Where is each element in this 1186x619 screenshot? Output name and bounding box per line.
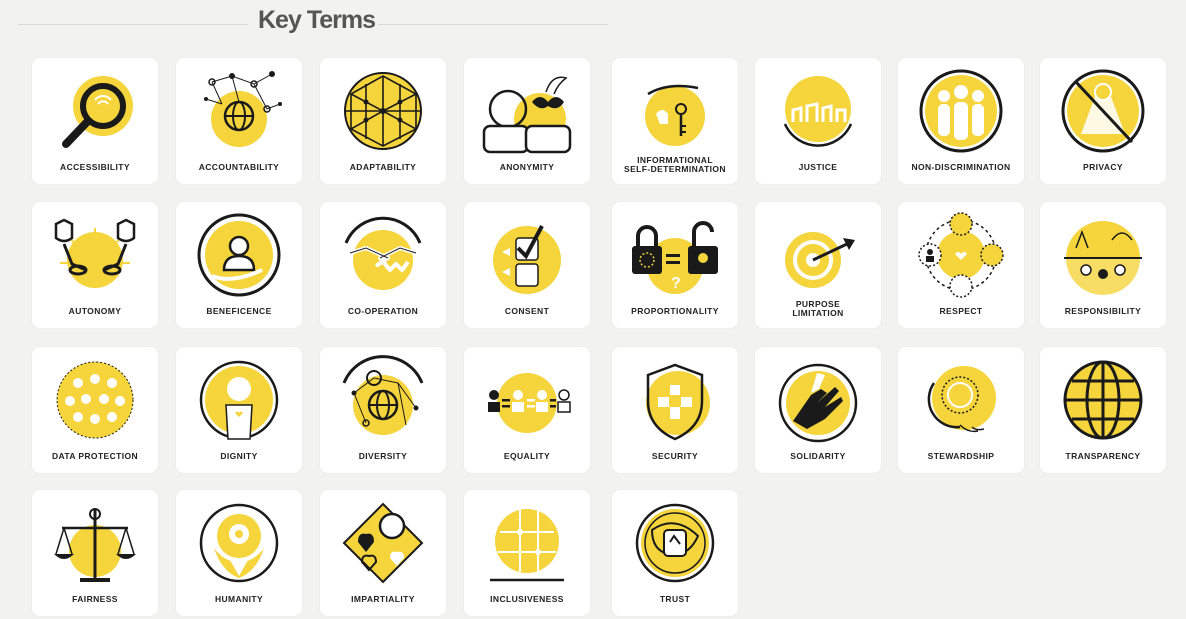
shield-icon <box>646 363 710 441</box>
padlocks-icon: ? <box>632 221 718 294</box>
header-rule-right <box>378 24 608 25</box>
term-card[interactable]: HUMANITY <box>176 490 302 616</box>
term-label: CO-OPERATION <box>347 306 419 316</box>
term-card[interactable]: NON-DISCRIMINATION <box>898 58 1024 184</box>
term-label: TRUST <box>659 594 691 604</box>
term-card[interactable]: INFORMATIONAL SELF-DETERMINATION <box>612 58 738 184</box>
term-card[interactable]: BENEFICENCE <box>176 202 302 328</box>
term-card[interactable]: ACCOUNTABILITY <box>176 58 302 184</box>
term-label: ADAPTABILITY <box>349 162 417 172</box>
term-label: IMPARTIALITY <box>351 594 415 604</box>
term-label: DIVERSITY <box>358 451 408 461</box>
data-crowd-icon <box>56 361 134 439</box>
mask-icon <box>482 76 572 154</box>
term-card[interactable]: INCLUSIVENESS <box>464 490 590 616</box>
term-card[interactable]: CO-OPERATION <box>320 202 446 328</box>
embrace-icon <box>199 503 279 583</box>
term-label: EQUALITY <box>503 451 551 461</box>
term-card[interactable]: ADAPTABILITY <box>320 58 446 184</box>
term-card[interactable]: STEWARDSHIP <box>898 347 1024 473</box>
term-card[interactable]: ? PROPORTIONALITY <box>612 202 738 328</box>
term-card[interactable]: TRANSPARENCY <box>1040 347 1166 473</box>
term-card[interactable]: TRUST <box>612 490 738 616</box>
globe-icon <box>1063 360 1143 440</box>
term-label: NON-DISCRIMINATION <box>911 162 1011 172</box>
term-card[interactable]: IMPARTIALITY <box>320 490 446 616</box>
network-globe-icon <box>204 71 282 147</box>
term-card[interactable]: CONSENT <box>464 202 590 328</box>
hearts-icon <box>342 502 424 584</box>
term-card[interactable]: DIGNITY <box>176 347 302 473</box>
term-label: RESPONSIBILITY <box>1064 306 1142 316</box>
key-hand-icon <box>645 84 705 146</box>
term-label: DIGNITY <box>220 451 258 461</box>
handshake-icon <box>344 216 422 290</box>
term-label: ACCOUNTABILITY <box>198 162 280 172</box>
raised-fists-icon <box>783 76 853 147</box>
term-label: INFORMATIONAL SELF-DETERMINATION <box>624 155 726 174</box>
term-label: CONSENT <box>504 306 550 316</box>
puzzle-globe-icon <box>490 509 564 582</box>
term-label: AUTONOMY <box>68 306 122 316</box>
header-rule-left <box>18 24 248 25</box>
term-label: HUMANITY <box>214 594 264 604</box>
term-label: PRIVACY <box>1083 162 1123 172</box>
holding-globe-icon <box>927 366 996 433</box>
term-card[interactable]: SOLIDARITY <box>755 347 881 473</box>
term-card[interactable]: PURPOSE LIMITATION <box>755 202 881 328</box>
scales-icon <box>54 508 136 582</box>
caring-hand-icon <box>197 213 281 297</box>
term-label: PURPOSE LIMITATION <box>792 299 844 318</box>
svg-text:?: ? <box>671 275 681 292</box>
term-card[interactable]: JUSTICE <box>755 58 881 184</box>
magnifier-icon <box>62 76 133 148</box>
geodesic-sphere-icon <box>344 72 422 150</box>
term-label: BENEFICENCE <box>206 306 272 316</box>
people-group-icon <box>919 69 1003 153</box>
checkbox-icon <box>493 225 561 294</box>
term-label: TRANSPARENCY <box>1065 451 1141 461</box>
term-label: RESPECT <box>939 306 983 316</box>
term-card[interactable]: FAIRNESS <box>32 490 158 616</box>
term-card[interactable]: AUTONOMY <box>32 202 158 328</box>
diverse-network-icon <box>342 355 424 435</box>
community-icon <box>1064 221 1142 295</box>
term-label: SECURITY <box>651 451 699 461</box>
term-label: STEWARDSHIP <box>927 451 995 461</box>
page-header: Key Terms <box>0 0 1186 50</box>
people-circle-icon <box>918 212 1004 298</box>
term-card[interactable]: RESPONSIBILITY <box>1040 202 1166 328</box>
broken-chains-icon <box>54 218 136 288</box>
term-label: PROPORTIONALITY <box>631 306 719 316</box>
term-label: ACCESSIBILITY <box>60 162 130 172</box>
term-card[interactable]: EQUALITY <box>464 347 590 473</box>
term-card[interactable]: PRIVACY <box>1040 58 1166 184</box>
term-label: ANONYMITY <box>499 162 555 172</box>
term-label: JUSTICE <box>798 162 838 172</box>
no-surveillance-icon <box>1061 69 1145 153</box>
joined-hands-icon <box>778 363 858 443</box>
term-label: FAIRNESS <box>72 594 118 604</box>
equal-people-icon <box>488 373 571 433</box>
term-label: DATA PROTECTION <box>51 451 139 461</box>
term-label: INCLUSIVENESS <box>490 594 564 604</box>
term-label: SOLIDARITY <box>790 451 846 461</box>
page-title: Key Terms <box>258 6 376 34</box>
term-card[interactable]: DATA PROTECTION <box>32 347 158 473</box>
term-card[interactable]: SECURITY <box>612 347 738 473</box>
term-card[interactable]: ANONYMITY <box>464 58 590 184</box>
trust-knot-icon <box>635 503 715 583</box>
target-icon <box>785 232 855 288</box>
term-card[interactable]: ACCESSIBILITY <box>32 58 158 184</box>
radiant-person-icon <box>199 360 279 440</box>
term-card[interactable]: RESPECT <box>898 202 1024 328</box>
term-card[interactable]: DIVERSITY <box>320 347 446 473</box>
